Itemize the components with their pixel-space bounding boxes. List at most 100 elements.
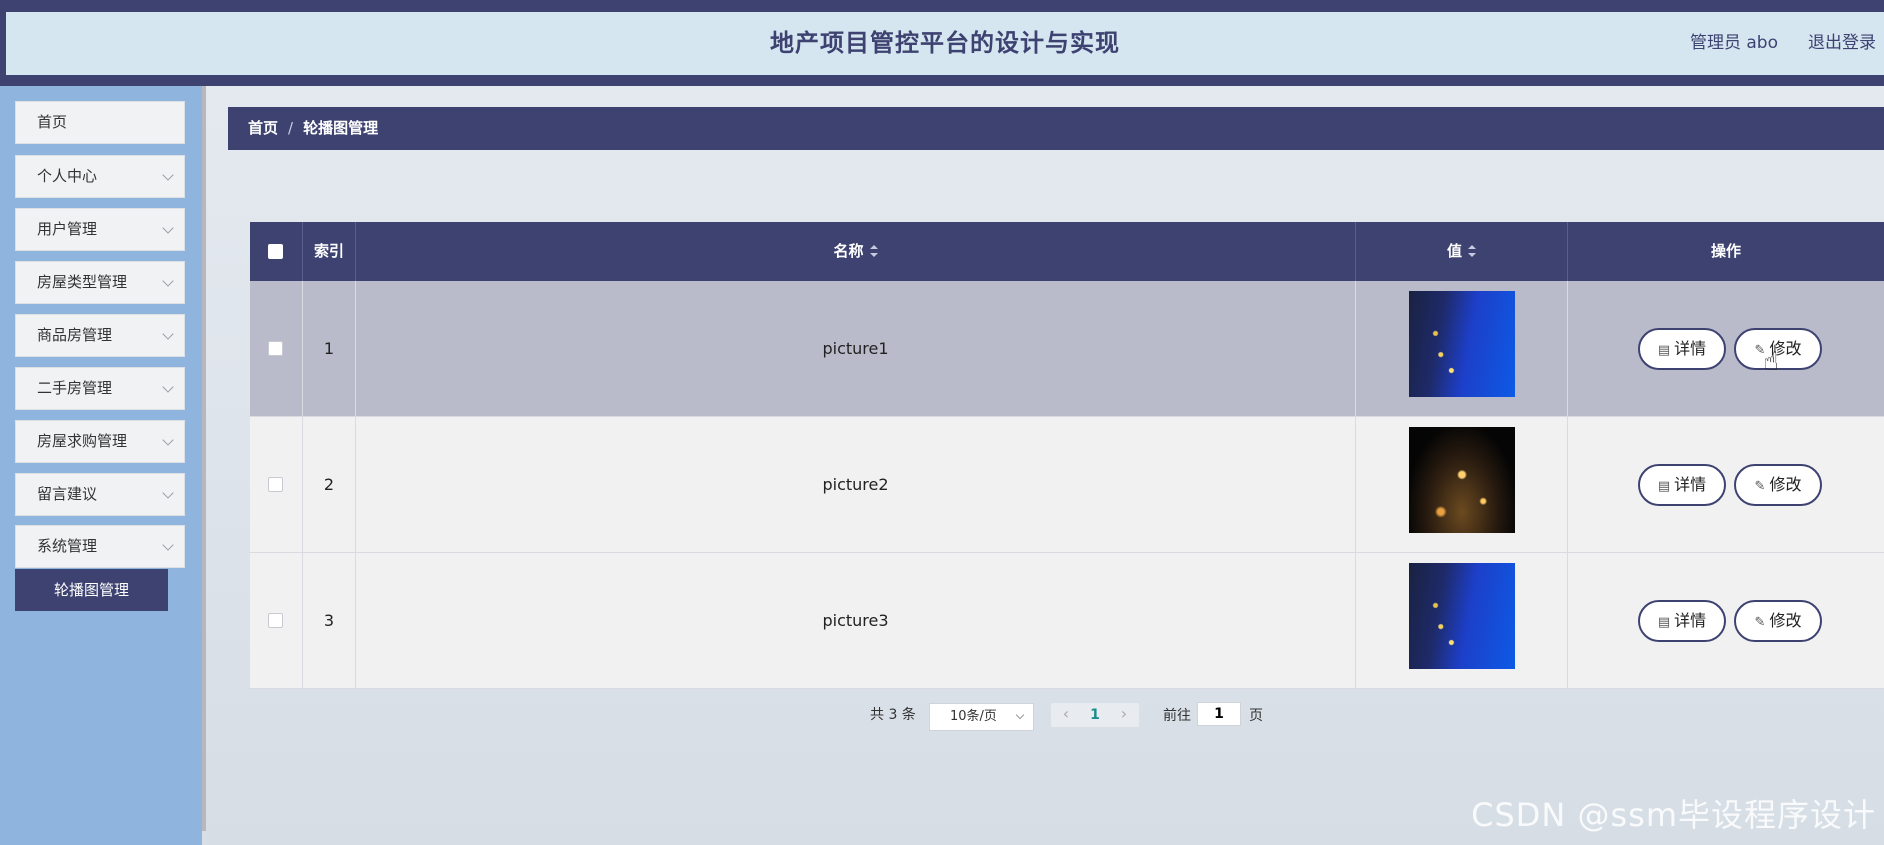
row-name: picture1 (356, 281, 1356, 417)
carousel-image-thumbnail[interactable] (1409, 563, 1515, 669)
row-name: picture3 (356, 553, 1356, 689)
detail-button[interactable]: ▤ 详情 (1638, 328, 1726, 370)
edit-button[interactable]: ✎ 修改 (1734, 464, 1822, 506)
pencil-icon: ✎ (1754, 479, 1766, 494)
row-checkbox[interactable] (268, 613, 283, 628)
breadcrumb: 首页 / 轮播图管理 (228, 107, 1884, 150)
hand-cursor-icon: ☝ (1763, 347, 1779, 377)
table-row[interactable]: 3 picture3 ▤ 详情 ✎ 修改 (250, 553, 1884, 689)
row-actions: ▤ 详情 ✎ 修改 (1568, 553, 1884, 689)
sidebar-item-new-houses[interactable]: 商品房管理 (15, 314, 185, 357)
sidebar-item-label: 首页 (37, 113, 68, 131)
sidebar-item-profile[interactable]: 个人中心 (15, 155, 185, 198)
table-header: 索引 名称 值 操作 (250, 222, 1884, 281)
detail-button-label: 详情 (1674, 339, 1707, 358)
header-index: 索引 (303, 222, 356, 281)
row-index: 3 (303, 553, 356, 689)
table-row[interactable]: 2 picture2 ▤ 详情 ✎ 修改 (250, 417, 1884, 553)
current-user: 管理员 abo (1689, 33, 1778, 53)
row-select-cell (250, 553, 303, 689)
pagination-total: 共 3 条 (870, 707, 916, 723)
goto-page-input[interactable] (1197, 702, 1241, 726)
edit-button-label: 修改 (1769, 475, 1802, 494)
chevron-down-icon (162, 381, 174, 393)
sidebar-item-home[interactable]: 首页 (15, 101, 185, 144)
header-actions: 操作 (1568, 222, 1884, 281)
detail-button[interactable]: ▤ 详情 (1638, 600, 1726, 642)
header-actions-label: 操作 (1710, 242, 1741, 260)
detail-button[interactable]: ▤ 详情 (1638, 464, 1726, 506)
sidebar-item-purchase-requests[interactable]: 房屋求购管理 (15, 420, 185, 463)
row-select-cell (250, 281, 303, 417)
chevron-down-icon (162, 539, 174, 551)
sidebar-item-label: 商品房管理 (37, 326, 113, 344)
select-all-checkbox[interactable] (268, 244, 283, 259)
header-value-label: 值 (1446, 242, 1462, 260)
chevron-down-icon (162, 328, 174, 340)
sort-icon[interactable] (1468, 244, 1476, 257)
row-actions: ▤ 详情 ✎ 修改 (1568, 417, 1884, 553)
chevron-down-icon (162, 275, 174, 287)
sidebar-subitem-carousel[interactable]: 轮播图管理 (15, 569, 168, 611)
page-size-value: 10条/页 (950, 709, 997, 724)
row-name: picture2 (356, 417, 1356, 553)
header-index-label: 索引 (313, 242, 344, 260)
header-name[interactable]: 名称 (356, 222, 1356, 281)
row-checkbox[interactable] (268, 341, 283, 356)
sidebar-item-label: 房屋类型管理 (37, 273, 128, 291)
carousel-image-thumbnail[interactable] (1409, 291, 1515, 397)
sidebar (0, 86, 202, 845)
document-icon: ▤ (1657, 343, 1671, 358)
chevron-down-icon (162, 222, 174, 234)
row-value (1356, 417, 1568, 553)
header-value[interactable]: 值 (1356, 222, 1568, 281)
row-value (1356, 281, 1568, 417)
pagination-nav: ‹ 1 › (1051, 703, 1139, 727)
edit-button-label: 修改 (1769, 611, 1802, 630)
sidebar-item-label: 房屋求购管理 (37, 432, 128, 450)
sidebar-item-users[interactable]: 用户管理 (15, 208, 185, 251)
sidebar-item-second-hand[interactable]: 二手房管理 (15, 367, 185, 410)
header-select-cell (250, 222, 303, 281)
row-actions: ▤ 详情 ✎ 修改 (1568, 281, 1884, 417)
goto-suffix: 页 (1249, 708, 1263, 724)
document-icon: ▤ (1657, 615, 1671, 630)
row-index: 1 (303, 281, 356, 417)
chevron-down-icon (162, 434, 174, 446)
next-page-button[interactable]: › (1113, 703, 1135, 727)
page-size-select[interactable]: 10条/页 (929, 703, 1034, 731)
detail-button-label: 详情 (1674, 475, 1707, 494)
row-checkbox[interactable] (268, 477, 283, 492)
carousel-image-thumbnail[interactable] (1409, 427, 1515, 533)
sidebar-item-house-types[interactable]: 房屋类型管理 (15, 261, 185, 304)
row-select-cell (250, 417, 303, 553)
breadcrumb-current: 轮播图管理 (303, 119, 379, 137)
breadcrumb-separator: / (288, 119, 294, 137)
sidebar-item-label: 用户管理 (37, 220, 98, 238)
chevron-down-icon (162, 169, 174, 181)
goto-label: 前往 (1163, 708, 1191, 724)
document-icon: ▤ (1657, 479, 1671, 494)
sort-icon[interactable] (869, 244, 878, 257)
chevron-down-icon (1015, 710, 1025, 720)
data-table: 索引 名称 值 操作 1 picture1 ▤详情 ✎修改 2 pictur (250, 222, 1884, 689)
sidebar-item-label: 二手房管理 (37, 379, 113, 397)
sidebar-item-label: 系统管理 (37, 537, 98, 555)
header-name-label: 名称 (833, 242, 864, 260)
table-row[interactable]: 1 picture1 ▤ 详情 ✎ 修改 (250, 281, 1884, 417)
sidebar-item-messages[interactable]: 留言建议 (15, 473, 185, 516)
breadcrumb-home[interactable]: 首页 (248, 119, 278, 137)
watermark: CSDN @ssm毕设程序设计 (1471, 796, 1876, 834)
logout-link[interactable]: 退出登录 (1808, 12, 1876, 75)
chevron-down-icon (162, 487, 174, 499)
sidebar-item-system[interactable]: 系统管理 (15, 525, 185, 568)
sidebar-item-label: 留言建议 (37, 485, 98, 503)
prev-page-button[interactable]: ‹ (1055, 703, 1077, 727)
app-title: 地产项目管控平台的设计与实现 (770, 29, 1120, 57)
row-index: 2 (303, 417, 356, 553)
detail-button-label: 详情 (1674, 611, 1707, 630)
edit-button[interactable]: ✎ 修改 (1734, 600, 1822, 642)
pencil-icon: ✎ (1754, 615, 1766, 630)
sidebar-item-label: 个人中心 (37, 167, 98, 185)
page-number-current[interactable]: 1 (1084, 703, 1106, 727)
